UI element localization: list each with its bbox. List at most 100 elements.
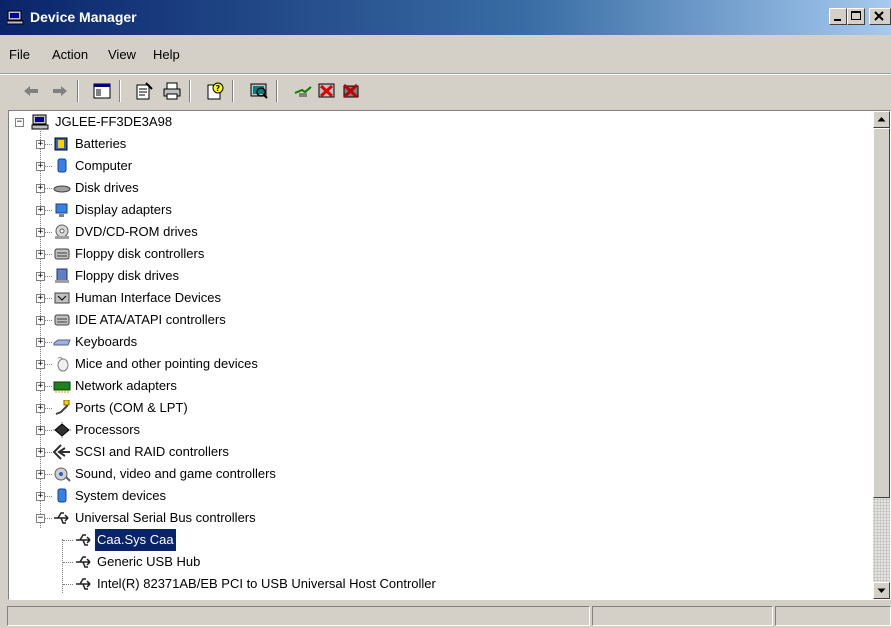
cdrom-icon bbox=[55, 224, 69, 239]
expand-toggle[interactable]: + bbox=[36, 470, 45, 479]
tree-device-row[interactable]: Caa.Sys Caa bbox=[9, 528, 709, 552]
menu-help[interactable]: Help bbox=[153, 47, 180, 62]
usb-device-icon bbox=[76, 556, 91, 568]
expand-toggle[interactable]: + bbox=[36, 206, 45, 215]
expand-toggle[interactable]: + bbox=[36, 294, 45, 303]
tree-category-row[interactable]: + Sound, video and game controllers bbox=[9, 463, 509, 485]
category-label: Floppy disk controllers bbox=[75, 246, 205, 261]
show-hide-console-tree-icon[interactable] bbox=[92, 81, 112, 101]
scroll-down-button[interactable] bbox=[873, 582, 890, 599]
expand-toggle[interactable]: + bbox=[36, 162, 45, 171]
collapse-toggle[interactable]: − bbox=[36, 514, 45, 523]
processor-icon bbox=[53, 422, 71, 438]
category-label: DVD/CD-ROM drives bbox=[75, 224, 198, 239]
category-label: Sound, video and game controllers bbox=[75, 466, 276, 481]
scroll-thumb[interactable] bbox=[873, 128, 890, 498]
maximize-button[interactable] bbox=[847, 8, 865, 25]
tree-category-row[interactable]: + System devices bbox=[9, 485, 509, 507]
category-label: Processors bbox=[75, 422, 141, 437]
tree-device-row[interactable]: Intel(R) 82371AB/EB PCI to USB Universal… bbox=[9, 573, 789, 595]
tree-category-row[interactable]: + IDE ATA/ATAPI controllers bbox=[9, 309, 509, 331]
tree-line bbox=[63, 584, 73, 585]
forward-icon[interactable] bbox=[50, 81, 70, 101]
expand-toggle[interactable]: + bbox=[36, 338, 45, 347]
vertical-scrollbar[interactable] bbox=[873, 111, 890, 599]
status-pane-3 bbox=[775, 606, 891, 626]
tree-category-row[interactable]: + Batteries bbox=[9, 133, 509, 155]
scroll-track[interactable] bbox=[873, 498, 890, 582]
tree-line bbox=[44, 232, 52, 233]
print-icon[interactable] bbox=[162, 81, 182, 101]
tree-line bbox=[44, 298, 52, 299]
tree-category-row[interactable]: + Computer bbox=[9, 155, 509, 177]
category-label: SCSI and RAID controllers bbox=[75, 444, 229, 459]
toolbar-separator bbox=[119, 80, 121, 102]
menu-action[interactable]: Action bbox=[52, 47, 88, 62]
system-device-icon bbox=[57, 488, 67, 503]
collapse-toggle[interactable]: − bbox=[15, 118, 24, 127]
tree-root-row[interactable]: − JGLEE-FF3DE3A98 bbox=[9, 111, 309, 133]
expand-toggle[interactable]: + bbox=[36, 360, 45, 369]
back-icon[interactable] bbox=[21, 81, 41, 101]
svg-text:?: ? bbox=[216, 84, 221, 93]
status-pane-2 bbox=[592, 606, 773, 626]
expand-toggle[interactable]: + bbox=[36, 492, 45, 501]
disable-device-icon[interactable] bbox=[317, 81, 337, 101]
tree-category-row[interactable]: + Mice and other pointing devices bbox=[9, 353, 509, 375]
expand-toggle[interactable]: + bbox=[36, 426, 45, 435]
expand-toggle[interactable]: + bbox=[36, 448, 45, 457]
tree-root-label: JGLEE-FF3DE3A98 bbox=[55, 114, 173, 129]
tree-category-row[interactable]: + Floppy disk drives bbox=[9, 265, 509, 287]
tree-category-row[interactable]: + Ports (COM & LPT) bbox=[9, 397, 509, 419]
minimize-button[interactable] bbox=[829, 8, 847, 25]
tree-category-row[interactable]: + Disk drives bbox=[9, 177, 509, 199]
device-tree-panel: − JGLEE-FF3DE3A98 + Batteries + Computer… bbox=[8, 110, 891, 600]
expand-toggle[interactable]: + bbox=[36, 228, 45, 237]
tree-line bbox=[44, 474, 52, 475]
tree-line bbox=[44, 210, 52, 211]
tree-category-row[interactable]: + Processors bbox=[9, 419, 509, 441]
tree-category-row[interactable]: + Floppy disk controllers bbox=[9, 243, 509, 265]
category-label: Disk drives bbox=[75, 180, 139, 195]
expand-toggle[interactable]: + bbox=[36, 184, 45, 193]
network-adapter-icon bbox=[53, 381, 71, 393]
tree-category-row[interactable]: + Human Interface Devices bbox=[9, 287, 509, 309]
controller-icon bbox=[54, 248, 70, 260]
properties-icon[interactable] bbox=[134, 81, 154, 101]
expand-toggle[interactable]: + bbox=[36, 272, 45, 281]
scan-hardware-changes-icon[interactable] bbox=[249, 81, 269, 101]
category-label: Computer bbox=[75, 158, 133, 173]
category-label: Batteries bbox=[75, 136, 127, 151]
tree-line bbox=[44, 452, 52, 453]
tree-category-row-expanded[interactable]: − Universal Serial Bus controllers bbox=[9, 507, 509, 529]
expand-toggle[interactable]: + bbox=[36, 140, 45, 149]
expand-toggle[interactable]: + bbox=[36, 250, 45, 259]
expand-toggle[interactable]: + bbox=[36, 404, 45, 413]
menu-view[interactable]: View bbox=[108, 47, 136, 62]
update-driver-icon[interactable] bbox=[293, 81, 313, 101]
help-icon[interactable]: ? bbox=[205, 81, 225, 101]
tree-line bbox=[44, 320, 52, 321]
tree-category-row[interactable]: + DVD/CD-ROM drives bbox=[9, 221, 509, 243]
device-tree[interactable]: − JGLEE-FF3DE3A98 + Batteries + Computer… bbox=[9, 111, 873, 599]
tree-category-row[interactable]: + SCSI and RAID controllers bbox=[9, 441, 509, 463]
tree-line bbox=[63, 540, 73, 541]
uninstall-device-icon[interactable] bbox=[341, 81, 361, 101]
tree-category-row[interactable]: + Display adapters bbox=[9, 199, 509, 221]
expand-toggle[interactable]: + bbox=[36, 316, 45, 325]
category-label: Keyboards bbox=[75, 334, 138, 349]
menu-file[interactable]: File bbox=[9, 47, 30, 62]
usb-device-icon bbox=[76, 578, 91, 590]
tree-category-row[interactable]: + Network adapters bbox=[9, 375, 509, 397]
tree-device-row[interactable]: Generic USB Hub bbox=[9, 551, 709, 573]
scroll-up-button[interactable] bbox=[873, 111, 890, 128]
tree-line bbox=[44, 430, 52, 431]
expand-toggle[interactable]: + bbox=[36, 382, 45, 391]
close-icon bbox=[874, 11, 884, 21]
title-bar[interactable]: Device Manager bbox=[0, 0, 891, 35]
scsi-icon bbox=[53, 444, 70, 460]
close-button[interactable] bbox=[869, 8, 891, 25]
usb-device-icon bbox=[76, 534, 91, 546]
tree-category-row[interactable]: + Keyboards bbox=[9, 331, 509, 353]
scroll-down-arrow-icon bbox=[877, 588, 886, 593]
